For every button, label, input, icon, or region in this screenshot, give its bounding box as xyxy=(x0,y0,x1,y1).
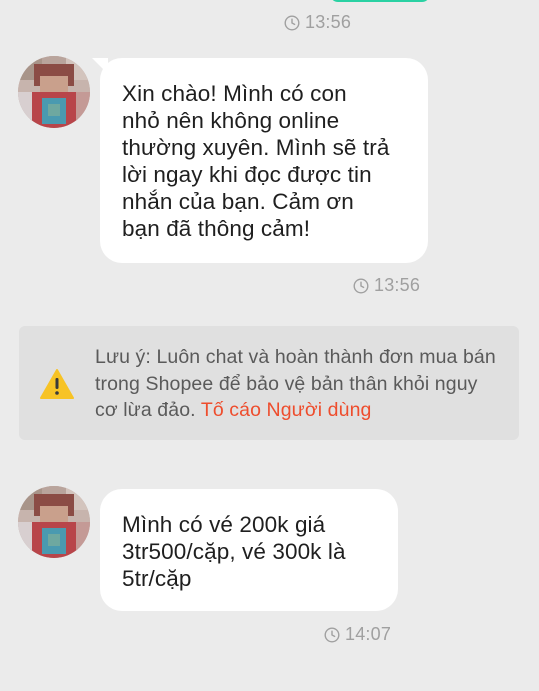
avatar-image xyxy=(18,56,90,128)
clock-icon xyxy=(353,277,369,294)
previous-message-bubble xyxy=(330,0,430,2)
clock-icon xyxy=(324,626,340,643)
warning-icon xyxy=(40,369,74,399)
timestamp-text: 13:56 xyxy=(374,275,421,295)
avatar-image xyxy=(18,486,90,558)
message-timestamp: 13:56 xyxy=(353,275,420,296)
avatar[interactable] xyxy=(18,56,90,128)
timestamp-text: 14:07 xyxy=(345,624,392,644)
notice-text: Lưu ý: Luôn chat và hoàn thành đơn mua b… xyxy=(95,344,505,424)
message-timestamp: 14:07 xyxy=(324,624,391,645)
message-bubble[interactable]: Xin chào! Mình có con nhỏ nên không onli… xyxy=(100,58,428,263)
report-user-link[interactable]: Tố cáo Người dùng xyxy=(201,399,372,421)
safety-notice: Lưu ý: Luôn chat và hoàn thành đơn mua b… xyxy=(19,326,519,440)
clock-icon xyxy=(284,14,300,31)
message-timestamp: 13:56 xyxy=(284,12,351,33)
message-bubble[interactable]: Mình có vé 200k giá 3tr500/cặp, vé 300k … xyxy=(100,489,398,611)
timestamp-text: 13:56 xyxy=(305,12,352,32)
avatar[interactable] xyxy=(18,486,90,558)
